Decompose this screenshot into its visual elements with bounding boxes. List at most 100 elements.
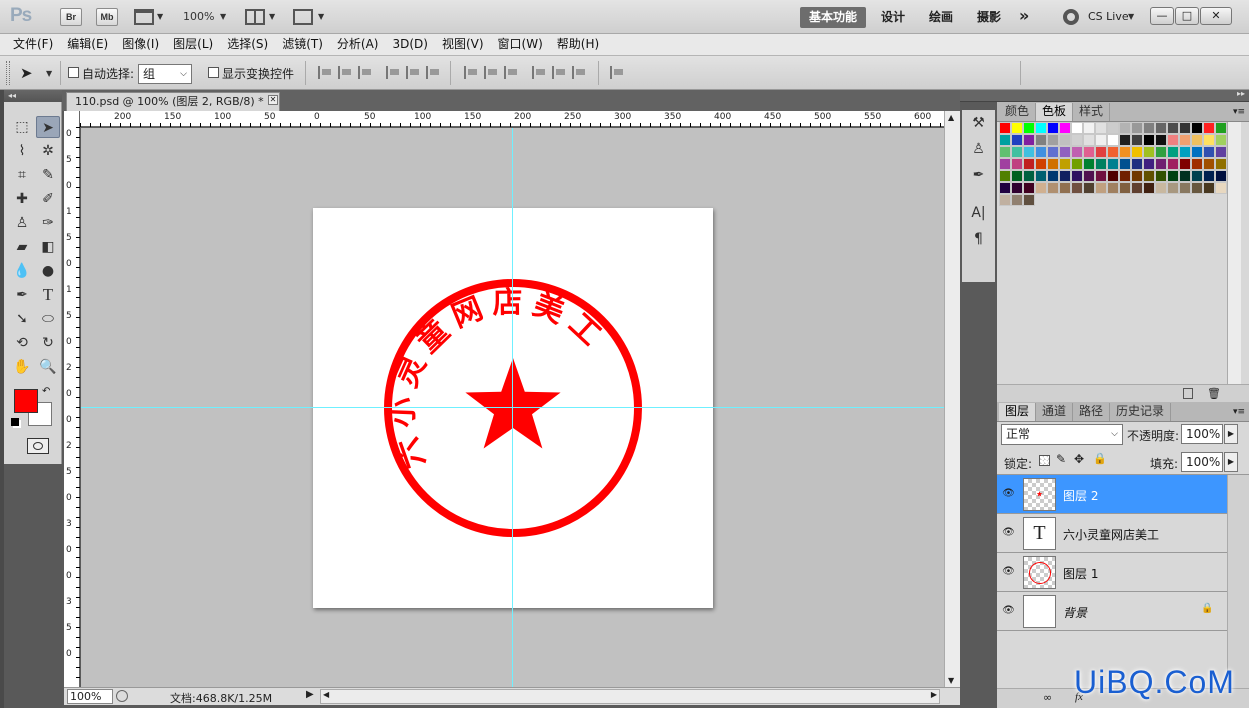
auto-select-checkbox[interactable] [68, 67, 79, 78]
color-swatch[interactable] [1011, 170, 1023, 182]
lasso-tool-icon[interactable]: ⌇ [10, 140, 34, 162]
magic-wand-tool-icon[interactable]: ✲ [36, 140, 60, 162]
status-info-icon[interactable] [116, 690, 128, 702]
healing-brush-tool-icon[interactable]: ✚ [10, 188, 34, 210]
color-swatch[interactable] [1023, 182, 1035, 194]
color-swatch[interactable] [1011, 146, 1023, 158]
color-swatch[interactable] [1119, 182, 1131, 194]
align-bottom-icon[interactable] [358, 66, 372, 79]
color-swatch[interactable] [1071, 122, 1083, 134]
layer-row[interactable]: 👁 背景 🔒 [997, 592, 1227, 631]
color-swatch[interactable] [1023, 122, 1035, 134]
color-swatch[interactable] [1011, 194, 1023, 206]
color-swatch[interactable] [1191, 146, 1203, 158]
color-swatch[interactable] [1179, 158, 1191, 170]
color-swatch[interactable] [1023, 170, 1035, 182]
color-swatch[interactable] [1215, 170, 1227, 182]
color-swatch[interactable] [1215, 146, 1227, 158]
swatches-scrollbar[interactable] [1227, 122, 1241, 384]
color-swatch[interactable] [1131, 170, 1143, 182]
color-swatch[interactable] [1047, 146, 1059, 158]
color-swatch[interactable] [1107, 170, 1119, 182]
new-swatch-icon[interactable] [1183, 388, 1193, 399]
color-swatch[interactable] [1107, 146, 1119, 158]
align-right-icon[interactable] [426, 66, 440, 79]
history-brush-tool-icon[interactable]: ✑ [36, 212, 60, 234]
menu-help[interactable]: 帮助(H) [550, 34, 606, 55]
color-swatch[interactable] [1083, 158, 1095, 170]
color-swatch[interactable] [1215, 134, 1227, 146]
eye-icon[interactable]: 👁 [1001, 487, 1016, 500]
color-swatch[interactable] [1107, 134, 1119, 146]
color-swatch[interactable] [1143, 146, 1155, 158]
horizontal-scrollbar[interactable]: ◀ ▶ [320, 689, 940, 704]
tab-history[interactable]: 历史记录 [1110, 403, 1172, 421]
color-swatch[interactable] [1155, 122, 1167, 134]
tab-layers[interactable]: 图层 [999, 403, 1037, 421]
color-swatch[interactable] [1059, 182, 1071, 194]
right-dock-header[interactable]: ▸▸ [997, 89, 1249, 102]
color-swatch[interactable] [1167, 182, 1179, 194]
zoom-tool-icon[interactable]: 🔍 [36, 356, 60, 378]
fill-arrow-icon[interactable]: ▶ [1224, 452, 1238, 472]
close-button[interactable]: ✕ [1200, 7, 1232, 25]
menu-select[interactable]: 选择(S) [220, 34, 275, 55]
color-swatch[interactable] [1167, 146, 1179, 158]
ellipse-tool-icon[interactable]: ⬭ [36, 308, 60, 330]
type-tool-icon[interactable]: T [36, 284, 60, 306]
document-canvas[interactable]: 六小灵童网店美工 [313, 208, 713, 608]
color-swatch[interactable] [1095, 182, 1107, 194]
swap-colors-icon[interactable]: ↶ [42, 386, 50, 397]
color-swatch[interactable] [1203, 134, 1215, 146]
marquee-tool-icon[interactable]: ⬚ [10, 116, 34, 138]
color-swatch[interactable] [1023, 146, 1035, 158]
color-swatch[interactable] [1119, 170, 1131, 182]
eyedropper-tool-icon[interactable]: ✎ [36, 164, 60, 186]
color-swatch[interactable] [1047, 182, 1059, 194]
color-swatch[interactable] [1203, 146, 1215, 158]
color-swatch[interactable] [1167, 122, 1179, 134]
color-swatch[interactable] [1059, 158, 1071, 170]
color-swatch[interactable] [1035, 158, 1047, 170]
more-workspaces-button[interactable]: » [1010, 7, 1038, 28]
menu-filter[interactable]: 滤镜(T) [275, 34, 330, 55]
color-swatch[interactable] [1059, 134, 1071, 146]
align-top-icon[interactable] [318, 66, 332, 79]
menu-analysis[interactable]: 分析(A) [330, 34, 386, 55]
tab-styles[interactable]: 样式 [1073, 103, 1111, 121]
color-swatch[interactable] [999, 170, 1011, 182]
color-swatch[interactable] [1011, 182, 1023, 194]
blur-tool-icon[interactable]: 💧 [10, 260, 34, 282]
color-swatch[interactable] [999, 122, 1011, 134]
color-swatch[interactable] [1131, 158, 1143, 170]
color-swatch[interactable] [1143, 122, 1155, 134]
color-swatch[interactable] [1023, 158, 1035, 170]
color-swatch[interactable] [1083, 182, 1095, 194]
workspace-design[interactable]: 设计 [872, 7, 914, 28]
color-swatch[interactable] [1011, 134, 1023, 146]
color-swatch[interactable] [1047, 170, 1059, 182]
color-swatch[interactable] [1095, 158, 1107, 170]
horizontal-ruler[interactable]: 200 150 100 50 0 50 100 150 200 250 300 350 400 450 50… [64, 111, 944, 127]
color-swatch[interactable] [1131, 146, 1143, 158]
chevron-down-icon[interactable]: ▼ [157, 12, 163, 21]
color-swatch[interactable] [1071, 182, 1083, 194]
color-swatch[interactable] [1155, 170, 1167, 182]
color-swatch[interactable] [1083, 134, 1095, 146]
align-left-icon[interactable] [386, 66, 400, 79]
menu-view[interactable]: 视图(V) [435, 34, 491, 55]
cs-live-button[interactable]: CS Live [1088, 10, 1129, 23]
color-swatch[interactable] [1035, 182, 1047, 194]
pen-tool-icon[interactable]: ✒ [10, 284, 34, 306]
close-document-icon[interactable]: ✕ [268, 95, 278, 105]
color-swatch[interactable] [1095, 134, 1107, 146]
screen-mode-icon[interactable] [293, 9, 313, 25]
color-swatch[interactable] [1047, 158, 1059, 170]
chevron-down-icon[interactable]: ▼ [318, 12, 324, 21]
color-swatch[interactable] [1203, 170, 1215, 182]
layer-row[interactable]: 👁 图层 2 [997, 475, 1227, 514]
color-swatch[interactable] [999, 194, 1011, 206]
eye-icon[interactable]: 👁 [1001, 604, 1016, 617]
trash-icon[interactable]: 🗑 [1207, 387, 1221, 400]
crop-tool-icon[interactable]: ⌗ [10, 164, 34, 186]
